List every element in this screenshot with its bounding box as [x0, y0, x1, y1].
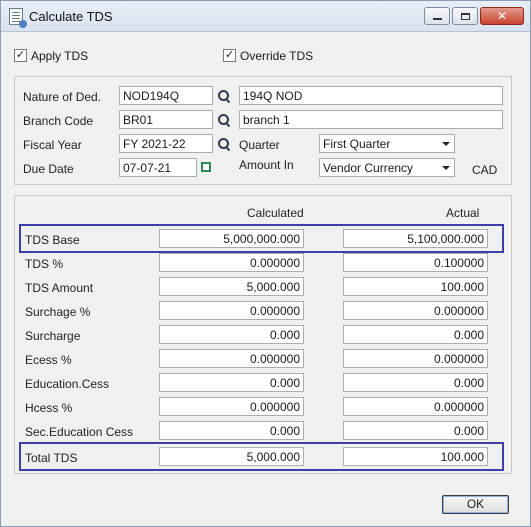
actual-surcharge-field[interactable]: 0.000 [343, 325, 488, 344]
title-bar[interactable]: Calculate TDS ✕ [1, 1, 530, 32]
branch-label: Branch Code [23, 114, 94, 128]
actual-surchage-field[interactable]: 0.000000 [343, 301, 488, 320]
calendar-icon[interactable] [201, 162, 211, 172]
currency-label: CAD [472, 163, 498, 177]
row-label-hcess: Hcess % [25, 401, 73, 415]
row-label-surcharge: Surcharge [25, 329, 81, 343]
search-icon[interactable] [217, 113, 231, 127]
row-label-tds: TDS % [25, 257, 64, 271]
row-label-education-cess: Education.Cess [25, 377, 110, 391]
document-icon [9, 8, 27, 28]
calculated-surcharge-field[interactable]: 0.000 [159, 325, 304, 344]
override-tds-checkbox[interactable]: ✓ [223, 49, 236, 62]
maximize-icon [460, 12, 470, 20]
due-date-label: Due Date [23, 162, 74, 176]
close-button[interactable]: ✕ [480, 7, 524, 25]
quarter-label: Quarter [239, 138, 280, 152]
search-icon[interactable] [217, 89, 231, 103]
actual-header: Actual [446, 206, 480, 220]
calculated-ecess-field[interactable]: 0.000000 [159, 349, 304, 368]
actual-tds-field[interactable]: 0.100000 [343, 253, 488, 272]
calculate-tds-window: Calculate TDS ✕ ✓ Apply TDS ✓ Override T… [0, 0, 531, 527]
minimize-button[interactable] [424, 7, 450, 25]
apply-tds-checkbox[interactable]: ✓ [14, 49, 27, 62]
override-tds-label: Override TDS [240, 49, 314, 63]
calculated-tds-amount-field[interactable]: 5,000.000 [159, 277, 304, 296]
chevron-down-icon [442, 166, 450, 170]
branch-name-field[interactable]: branch 1 [239, 110, 503, 129]
due-date-input[interactable]: 07-07-21 [119, 158, 197, 177]
actual-ecess-field[interactable]: 0.000000 [343, 349, 488, 368]
nature-code-input[interactable]: NOD194Q [119, 86, 213, 105]
row-label-ecess: Ecess % [25, 353, 72, 367]
branch-code-input[interactable]: BR01 [119, 110, 213, 129]
maximize-button[interactable] [452, 7, 478, 25]
actual-hcess-field[interactable]: 0.000000 [343, 397, 488, 416]
calculated-hcess-field[interactable]: 0.000000 [159, 397, 304, 416]
amount-in-select[interactable]: Vendor Currency [319, 158, 455, 177]
actual-sec-education-cess-field[interactable]: 0.000 [343, 421, 488, 440]
total-tds-highlight [19, 442, 504, 471]
calculated-sec-education-cess-field[interactable]: 0.000 [159, 421, 304, 440]
row-label-surchage: Surchage % [25, 305, 91, 319]
calculated-tds-field[interactable]: 0.000000 [159, 253, 304, 272]
amount-in-label: Amount In [239, 158, 294, 172]
actual-tds-amount-field[interactable]: 100.000 [343, 277, 488, 296]
checkmark-icon: ✓ [224, 49, 235, 61]
apply-tds-label: Apply TDS [31, 49, 89, 63]
calculated-education-cess-field[interactable]: 0.000 [159, 373, 304, 392]
fiscal-year-input[interactable]: FY 2021-22 [119, 134, 213, 153]
row-label-tds-amount: TDS Amount [25, 281, 94, 295]
quarter-select[interactable]: First Quarter [319, 134, 455, 153]
search-icon[interactable] [217, 137, 231, 151]
nature-name-field[interactable]: 194Q NOD [239, 86, 503, 105]
close-icon: ✕ [496, 9, 508, 23]
window-title: Calculate TDS [29, 9, 113, 24]
chevron-down-icon [442, 142, 450, 146]
window-controls: ✕ [424, 7, 524, 25]
quarter-value: First Quarter [323, 137, 391, 151]
minimize-icon [432, 18, 442, 20]
tds-base-highlight [19, 224, 504, 253]
fiscal-year-label: Fiscal Year [23, 138, 82, 152]
amount-in-value: Vendor Currency [323, 161, 414, 175]
calculated-header: Calculated [247, 206, 304, 220]
ok-button[interactable]: OK [442, 495, 509, 514]
calculated-surchage-field[interactable]: 0.000000 [159, 301, 304, 320]
nature-label: Nature of Ded. [23, 90, 102, 104]
row-label-sec-education-cess: Sec.Education Cess [25, 425, 134, 439]
actual-education-cess-field[interactable]: 0.000 [343, 373, 488, 392]
checkmark-icon: ✓ [15, 49, 26, 61]
